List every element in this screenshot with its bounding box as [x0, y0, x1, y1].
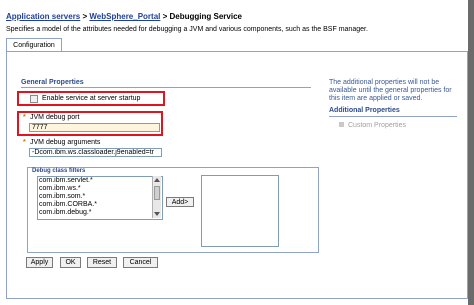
required-marker: * [23, 114, 26, 121]
debug-class-filters-title: Debug class filters [32, 168, 86, 174]
list-item[interactable]: com.ibm.CORBA.* [38, 201, 162, 209]
scroll-down-icon[interactable] [154, 212, 160, 216]
enable-service-checkbox[interactable] [30, 95, 38, 103]
add-filter-button[interactable]: Add> [166, 197, 194, 207]
list-item[interactable]: com.ibm.servlet.* [38, 177, 162, 185]
list-item[interactable]: com.ibm.ws.* [38, 185, 162, 193]
jvm-debug-arguments-label: JVM debug arguments [30, 139, 101, 146]
page-description: Specifies a model of the attributes need… [6, 26, 368, 33]
enable-service-label: Enable service at server startup [42, 95, 141, 102]
breadcrumb-websphere-portal[interactable]: WebSphere_Portal [89, 12, 160, 21]
breadcrumb-separator: > [162, 12, 168, 21]
top-bar [0, 0, 474, 305]
breadcrumb-current: Debugging Service [169, 12, 242, 21]
ok-button[interactable]: OK [60, 257, 81, 268]
list-item[interactable]: com.ibm.debug.* [38, 209, 162, 217]
jvm-debug-arguments-input[interactable]: -Dcom.ibm.ws.classloader.j9enabled=tr [29, 148, 162, 157]
breadcrumb: Application servers > WebSphere_Portal >… [6, 12, 242, 21]
general-properties-title: General Properties [21, 79, 84, 86]
custom-properties-icon [339, 122, 344, 127]
list-item[interactable]: com.ibm.som.* [38, 193, 162, 201]
scroll-thumb[interactable] [154, 186, 160, 200]
filters-list[interactable]: com.ibm.servlet.* com.ibm.ws.* com.ibm.s… [37, 176, 163, 220]
section-divider [329, 116, 457, 117]
jvm-debug-port-label: JVM debug port [30, 114, 80, 121]
window-edge [468, 0, 474, 305]
section-divider [21, 87, 311, 88]
breadcrumb-application-servers[interactable]: Application servers [6, 12, 80, 21]
filter-entry-textarea[interactable] [201, 175, 279, 247]
scroll-up-icon[interactable] [154, 178, 160, 182]
breadcrumb-separator: > [82, 12, 88, 21]
additional-properties-title: Additional Properties [329, 107, 400, 114]
jvm-debug-port-input[interactable]: 7777 [29, 123, 160, 132]
required-marker: * [23, 139, 26, 146]
list-scrollbar[interactable] [152, 176, 161, 218]
additional-properties-note: The additional properties will not be av… [329, 79, 452, 102]
custom-properties-link: Custom Properties [348, 122, 406, 129]
apply-button[interactable]: Apply [26, 257, 53, 268]
reset-button[interactable]: Reset [87, 257, 117, 268]
tab-configuration[interactable]: Configuration [6, 38, 62, 52]
cancel-button[interactable]: Cancel [123, 257, 158, 268]
